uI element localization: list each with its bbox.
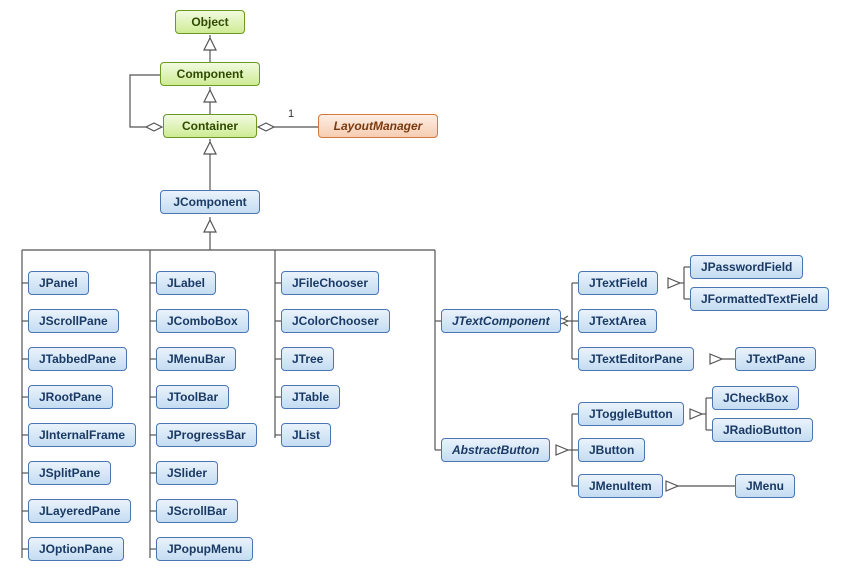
class-jtextpane: JTextPane — [735, 347, 816, 371]
class-container: Container — [163, 114, 257, 138]
class-jmenu: JMenu — [735, 474, 795, 498]
class-jcheckbox: JCheckBox — [712, 386, 799, 410]
class-component: Component — [160, 62, 260, 86]
class-jtextarea: JTextArea — [578, 309, 657, 333]
class-abstractbutton: AbstractButton — [441, 438, 550, 462]
class-jlist: JList — [281, 423, 331, 447]
class-jtexteditorpane: JTextEditorPane — [578, 347, 694, 371]
class-jtextfield: JTextField — [578, 271, 658, 295]
class-jpasswordfield: JPasswordField — [690, 255, 803, 279]
class-jtogglebutton: JToggleButton — [578, 402, 684, 426]
class-jtextcomponent: JTextComponent — [441, 309, 561, 333]
class-jcombobox: JComboBox — [156, 309, 249, 333]
class-jformattedtextfield: JFormattedTextField — [690, 287, 829, 311]
class-jcomponent: JComponent — [160, 190, 260, 214]
class-jtabbedpane: JTabbedPane — [28, 347, 127, 371]
class-jlabel: JLabel — [156, 271, 216, 295]
class-jmenuitem: JMenuItem — [578, 474, 663, 498]
class-jmenubar: JMenuBar — [156, 347, 236, 371]
class-jbutton: JButton — [578, 438, 645, 462]
class-jinternalframe: JInternalFrame — [28, 423, 136, 447]
class-joptionpane: JOptionPane — [28, 537, 124, 561]
class-jpanel: JPanel — [28, 271, 89, 295]
class-jcolorchooser: JColorChooser — [281, 309, 390, 333]
class-jfilechooser: JFileChooser — [281, 271, 379, 295]
class-jpopupmenu: JPopupMenu — [156, 537, 253, 561]
class-jscrollpane: JScrollPane — [28, 309, 119, 333]
class-jrootpane: JRootPane — [28, 385, 113, 409]
multiplicity-container-layoutmanager: 1 — [288, 108, 294, 120]
class-object: Object — [175, 10, 245, 34]
class-jtable: JTable — [281, 385, 340, 409]
class-jtree: JTree — [281, 347, 334, 371]
class-jslider: JSlider — [156, 461, 218, 485]
interface-layoutmanager: LayoutManager — [318, 114, 438, 138]
class-jlayeredpane: JLayeredPane — [28, 499, 131, 523]
class-jtoolbar: JToolBar — [156, 385, 229, 409]
class-jsplitpane: JSplitPane — [28, 461, 111, 485]
class-jradiobutton: JRadioButton — [712, 418, 813, 442]
class-jprogressbar: JProgressBar — [156, 423, 257, 447]
class-jscrollbar: JScrollBar — [156, 499, 238, 523]
